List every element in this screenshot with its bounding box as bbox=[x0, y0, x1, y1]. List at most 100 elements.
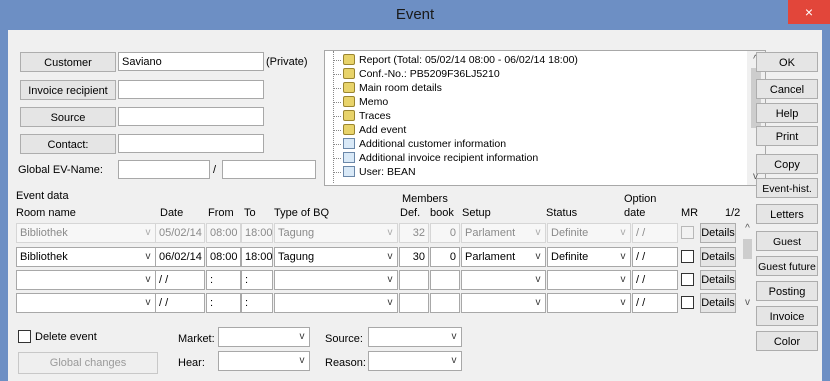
def-field[interactable]: 30 bbox=[399, 247, 429, 267]
contact-button[interactable]: Contact: bbox=[20, 134, 116, 154]
help-button[interactable]: Help bbox=[756, 103, 818, 123]
letters-button[interactable]: Letters bbox=[756, 204, 818, 224]
invoice-button[interactable]: Invoice bbox=[756, 306, 818, 326]
from-field[interactable]: : bbox=[206, 293, 241, 313]
date-field[interactable]: / / bbox=[155, 270, 205, 290]
market-select[interactable]: v bbox=[218, 327, 310, 347]
chevron-down-icon: v bbox=[145, 297, 151, 308]
type-of-bq-select[interactable]: v bbox=[274, 270, 398, 290]
customer-button[interactable]: Customer bbox=[20, 52, 116, 72]
hear-select[interactable]: v bbox=[218, 351, 310, 371]
def-field[interactable]: 32 bbox=[399, 223, 429, 243]
grid-scrollbar[interactable]: ^ v bbox=[739, 222, 756, 315]
guest-future-button[interactable]: Guest future bbox=[756, 256, 818, 276]
delete-event-checkbox[interactable] bbox=[18, 330, 31, 343]
grid-scrollbar-thumb[interactable] bbox=[743, 239, 752, 259]
details-button[interactable]: Details bbox=[700, 270, 736, 290]
details-button[interactable]: Details bbox=[700, 223, 736, 243]
date-field[interactable]: / / bbox=[155, 293, 205, 313]
global-changes-button[interactable]: Global changes bbox=[18, 352, 158, 374]
date-field[interactable]: 05/02/14 bbox=[155, 223, 205, 243]
tree-item[interactable]: Conf.-No.: PB5209F36LJ5210 bbox=[325, 68, 745, 80]
from-field[interactable]: 08:00 bbox=[206, 247, 241, 267]
cancel-button[interactable]: Cancel bbox=[756, 79, 818, 99]
book-field[interactable] bbox=[430, 293, 460, 313]
setup-select[interactable]: Parlament v bbox=[461, 223, 546, 243]
customer-field[interactable]: Saviano bbox=[118, 52, 264, 71]
ok-button[interactable]: OK bbox=[756, 52, 818, 72]
tree-item[interactable]: Report (Total: 05/02/14 08:00 - 06/02/14… bbox=[325, 54, 745, 66]
date-field[interactable]: 06/02/14 bbox=[155, 247, 205, 267]
room-select[interactable]: Bibliothek v bbox=[16, 223, 156, 243]
details-button[interactable]: Details bbox=[700, 247, 736, 267]
tree-item[interactable]: Additional invoice recipient information bbox=[325, 152, 745, 164]
to-field[interactable]: : bbox=[241, 293, 273, 313]
room-select[interactable]: v bbox=[16, 270, 156, 290]
book-field[interactable]: 0 bbox=[430, 247, 460, 267]
option-date-field[interactable]: / / bbox=[632, 247, 678, 267]
from-field[interactable]: : bbox=[206, 270, 241, 290]
room-name-header: Room name bbox=[16, 207, 76, 219]
delete-event-label: Delete event bbox=[35, 331, 97, 343]
tree-item[interactable]: Traces bbox=[325, 110, 745, 122]
invoice-recipient-button[interactable]: Invoice recipient bbox=[20, 80, 116, 100]
tree-item[interactable]: Main room details bbox=[325, 82, 745, 94]
tree-item[interactable]: User: BEAN bbox=[325, 166, 745, 178]
option-date-field[interactable]: / / bbox=[632, 223, 678, 243]
tree-connector bbox=[333, 116, 341, 117]
tree-item[interactable]: Additional customer information bbox=[325, 138, 745, 150]
mr-checkbox[interactable] bbox=[681, 226, 694, 239]
status-select[interactable]: Definite v bbox=[547, 223, 631, 243]
source-field[interactable] bbox=[118, 107, 264, 126]
to-field-value: 18:00 bbox=[245, 227, 273, 239]
to-field[interactable]: 18:00 bbox=[241, 223, 273, 243]
posting-button[interactable]: Posting bbox=[756, 281, 818, 301]
type-of-bq-select[interactable]: Tagung v bbox=[274, 247, 398, 267]
print-button[interactable]: Print bbox=[756, 126, 818, 146]
room-select[interactable]: v bbox=[16, 293, 156, 313]
window-title: Event bbox=[395, 6, 435, 23]
def-field[interactable] bbox=[399, 293, 429, 313]
book-field[interactable] bbox=[430, 270, 460, 290]
option-date-field[interactable]: / / bbox=[632, 293, 678, 313]
type-of-bq-select[interactable]: Tagung v bbox=[274, 223, 398, 243]
def-field[interactable] bbox=[399, 270, 429, 290]
from-field[interactable]: 08:00 bbox=[206, 223, 241, 243]
contact-field[interactable] bbox=[118, 134, 264, 153]
color-button[interactable]: Color bbox=[756, 331, 818, 351]
status-select[interactable]: v bbox=[547, 270, 631, 290]
reason-select[interactable]: v bbox=[368, 351, 462, 371]
close-button[interactable]: × bbox=[788, 0, 830, 24]
grid-scroll-down-icon[interactable]: v bbox=[739, 297, 756, 308]
source-select[interactable]: v bbox=[368, 327, 462, 347]
mr-checkbox[interactable] bbox=[681, 250, 694, 263]
global-ev-name-field[interactable] bbox=[118, 160, 210, 179]
event-info-tree[interactable]: Report (Total: 05/02/14 08:00 - 06/02/14… bbox=[324, 50, 766, 186]
global-ev-name-field-2[interactable] bbox=[222, 160, 316, 179]
tree-item[interactable]: Add event bbox=[325, 124, 745, 136]
status-select[interactable]: Definite v bbox=[547, 247, 631, 267]
to-field[interactable]: : bbox=[241, 270, 273, 290]
status-select[interactable]: v bbox=[547, 293, 631, 313]
type-of-bq-select[interactable]: v bbox=[274, 293, 398, 313]
setup-select[interactable]: Parlament v bbox=[461, 247, 546, 267]
event-hist-button[interactable]: Event-hist. bbox=[756, 178, 818, 198]
grid-scroll-up-icon[interactable]: ^ bbox=[739, 223, 756, 234]
guest-history-button[interactable]: Guest history bbox=[756, 231, 818, 268]
source-button[interactable]: Source bbox=[20, 107, 116, 127]
tree-item[interactable]: Memo bbox=[325, 96, 745, 108]
book-icon bbox=[343, 82, 355, 93]
option-date-field[interactable]: / / bbox=[632, 270, 678, 290]
to-field[interactable]: 18:00 bbox=[241, 247, 273, 267]
mr-checkbox[interactable] bbox=[681, 273, 694, 286]
book-field[interactable]: 0 bbox=[430, 223, 460, 243]
room-select[interactable]: Bibliothek v bbox=[16, 247, 156, 267]
details-button[interactable]: Details bbox=[700, 293, 736, 313]
invoice-recipient-field[interactable] bbox=[118, 80, 264, 99]
mr-checkbox[interactable] bbox=[681, 296, 694, 309]
setup-select[interactable]: v bbox=[461, 293, 546, 313]
copy-button[interactable]: Copy bbox=[756, 154, 818, 174]
tree-connector bbox=[333, 88, 341, 89]
setup-select[interactable]: v bbox=[461, 270, 546, 290]
def-field-value: 32 bbox=[412, 227, 425, 239]
